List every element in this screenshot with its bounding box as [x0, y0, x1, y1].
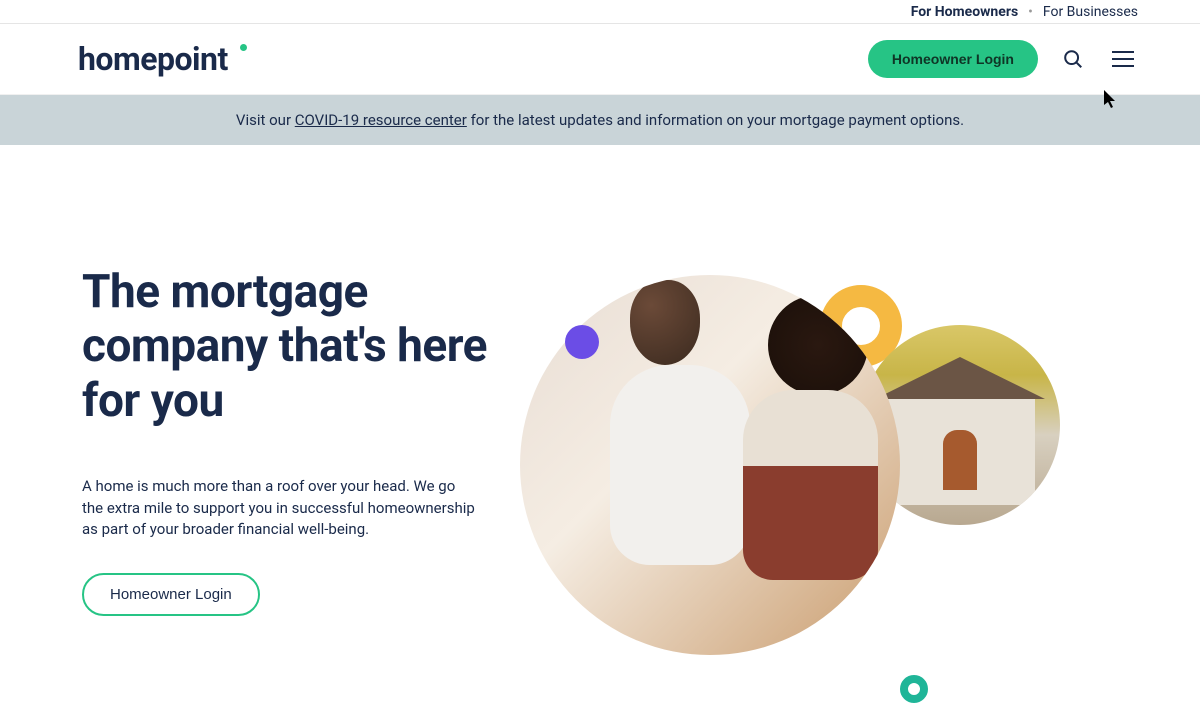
- hero-text: The mortgage company that's here for you…: [82, 265, 502, 616]
- bullet-separator: •: [1028, 4, 1033, 20]
- menu-button[interactable]: [1108, 47, 1138, 71]
- for-businesses-link[interactable]: For Businesses: [1043, 4, 1138, 20]
- person-1-body: [610, 365, 750, 565]
- for-homeowners-link[interactable]: For Homeowners: [911, 4, 1018, 20]
- hero-visual: [520, 225, 1080, 725]
- banner-prefix: Visit our: [236, 111, 295, 129]
- person-1-head: [630, 280, 700, 365]
- search-icon: [1062, 48, 1084, 70]
- logo-dot-icon: [240, 44, 247, 51]
- hero-login-button[interactable]: Homeowner Login: [82, 573, 260, 616]
- house-illustration: [885, 395, 1035, 505]
- purple-dot-icon: [565, 325, 599, 359]
- main-header: homepoint Homeowner Login: [0, 24, 1200, 95]
- covid-resource-link[interactable]: COVID-19 resource center: [295, 111, 467, 129]
- banner-suffix: for the latest updates and information o…: [467, 111, 964, 129]
- hero-body: A home is much more than a roof over you…: [82, 476, 477, 541]
- hamburger-icon: [1112, 51, 1134, 67]
- teal-ring-icon: [900, 675, 928, 703]
- person-2-head: [768, 295, 868, 395]
- logo-text: homepoint: [78, 40, 228, 78]
- homeowner-login-button[interactable]: Homeowner Login: [868, 40, 1038, 78]
- audience-topbar: For Homeowners • For Businesses: [0, 0, 1200, 24]
- person-2-body: [743, 390, 878, 580]
- search-button[interactable]: [1058, 44, 1088, 74]
- house-door: [943, 430, 977, 490]
- covid-banner: Visit our COVID-19 resource center for t…: [0, 95, 1200, 145]
- hero-section: The mortgage company that's here for you…: [0, 145, 1200, 616]
- logo[interactable]: homepoint: [78, 40, 228, 78]
- header-actions: Homeowner Login: [868, 40, 1138, 78]
- hero-title: The mortgage company that's here for you: [82, 265, 502, 428]
